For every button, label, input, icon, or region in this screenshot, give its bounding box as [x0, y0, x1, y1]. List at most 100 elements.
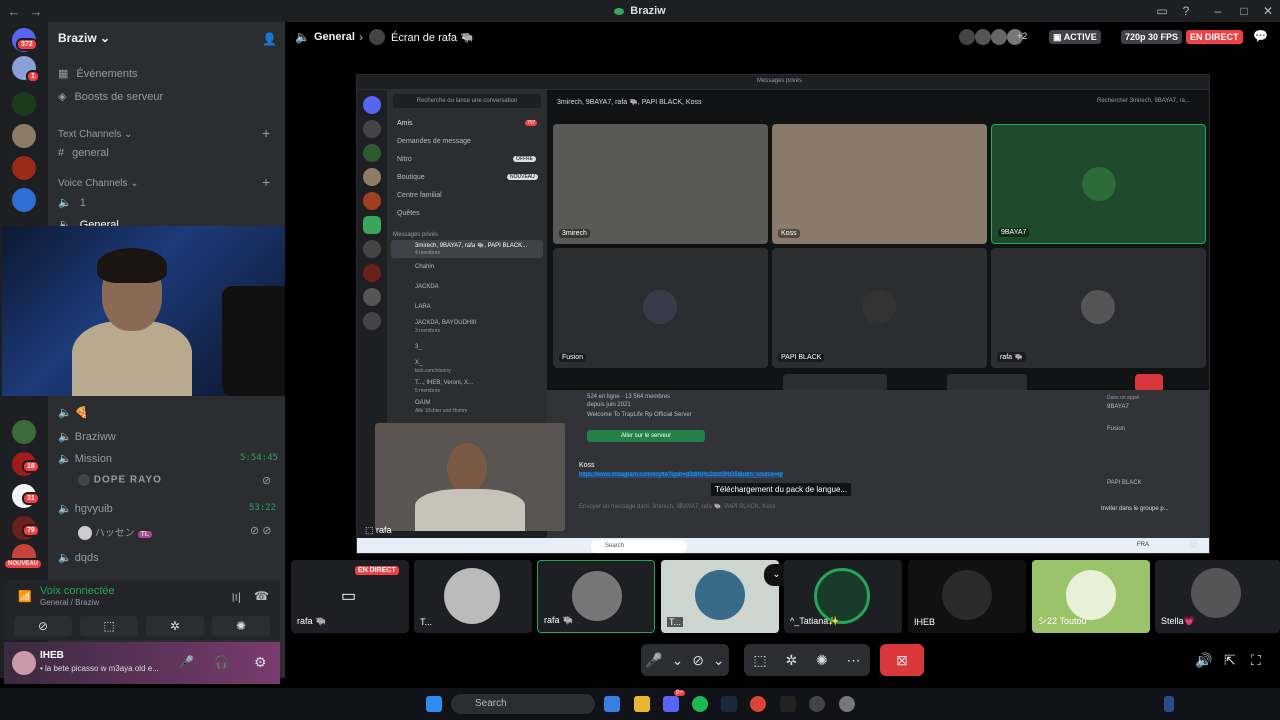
inner-dm-sub: 3 membres	[415, 328, 441, 334]
activities-button[interactable]: ✲	[146, 616, 204, 636]
chat-icon[interactable]: 💬	[1253, 29, 1268, 43]
server-icon-goat[interactable]	[12, 420, 36, 444]
user-avatar[interactable]	[12, 651, 36, 675]
server-icon-play[interactable]	[12, 156, 36, 180]
webcam-preview[interactable]	[2, 226, 304, 396]
microphone-icon[interactable]: 🎤	[179, 655, 194, 669]
inner-server-info: 524 en ligne · 13 564 membres	[587, 394, 671, 400]
stage-channel-name[interactable]: General	[314, 31, 355, 43]
boosts-item[interactable]: ◈ Boosts de serveur	[58, 90, 163, 104]
participant-tile[interactable]: rafa 🐃	[537, 560, 655, 633]
headphones-icon[interactable]: 🎧	[214, 655, 229, 669]
microphone-icon[interactable]: 🎤	[645, 652, 662, 669]
volume-icon[interactable]: 🔊	[1195, 652, 1212, 669]
voice-status-sub[interactable]: General / Braziw	[40, 598, 99, 607]
noise-suppression-icon[interactable]: 〣	[230, 589, 242, 606]
inner-nitro-badge: OFFRE	[513, 156, 536, 162]
spotify-icon[interactable]	[692, 696, 708, 712]
voice-channel-1[interactable]: 🔈 1	[58, 196, 86, 210]
server-icon-w[interactable]	[12, 188, 36, 212]
camera-off-icon[interactable]: ⊘	[692, 652, 704, 669]
settings-gear-icon[interactable]: ⚙	[254, 654, 267, 671]
help-icon[interactable]: ?	[1176, 0, 1196, 22]
add-channel-icon[interactable]: +	[262, 125, 270, 141]
new-badge: NOUVEAU	[3, 558, 44, 570]
voice-channel-hgvyuib[interactable]: 🔈 hgvyuib	[58, 502, 113, 515]
voice-channel-emoji[interactable]: 🔈 🍕	[58, 406, 88, 419]
call-actions-group: ⬚ ✲ ✺ ⋯	[744, 644, 870, 676]
tile-label: Stella💗	[1161, 616, 1195, 626]
participant-tile[interactable]: シ22 Toutou	[1032, 560, 1150, 633]
participant-tile[interactable]: ^_Tatiana✨	[784, 560, 902, 633]
person-body	[72, 321, 192, 396]
settings-icon[interactable]	[839, 696, 855, 712]
events-item[interactable]: ▦ Événements	[58, 67, 138, 81]
live-badge: EN DIRECT	[1186, 30, 1243, 44]
category-label: Text Channels	[58, 129, 122, 140]
add-channel-icon[interactable]: +	[262, 174, 270, 190]
inner-call-header: 3mirech, 9BAYA7, rafa 🐃, PAPI BLACK, Kos…	[557, 99, 702, 106]
close-icon[interactable]: ✕	[1258, 0, 1278, 22]
steam-icon[interactable]	[721, 696, 737, 712]
screenshare-button[interactable]: ⬚	[80, 616, 138, 636]
mention-badge: 79	[22, 524, 40, 537]
mic-tray-icon[interactable]	[1164, 696, 1174, 712]
avatar	[572, 571, 622, 621]
chevron-down-icon[interactable]: ⌄	[672, 652, 684, 669]
taskbar-search[interactable]: Search	[451, 694, 595, 714]
stop-stream-button[interactable]: ⊠	[880, 644, 924, 676]
maximize-icon[interactable]: □	[1234, 0, 1254, 22]
participant-tile[interactable]: EN DIRECT ▭ rafa 🐃	[291, 560, 409, 633]
discord-taskbar-icon[interactable]	[663, 696, 679, 712]
popout-icon[interactable]: ⇱	[1224, 652, 1236, 669]
channel-label: Mission	[74, 453, 113, 465]
participant-tile[interactable]: Stella💗	[1155, 560, 1280, 633]
chevron-down-icon[interactable]: ⌄	[713, 652, 725, 669]
app-icon[interactable]	[780, 696, 796, 712]
soundboard-icon[interactable]: ✺	[816, 652, 828, 669]
channel-general[interactable]: # general	[58, 147, 109, 159]
zoom-icon[interactable]: ⊕	[1189, 537, 1198, 550]
user-name[interactable]: IHEB	[40, 650, 64, 661]
add-member-icon[interactable]: 👤	[262, 32, 277, 46]
unread-badge: 372	[16, 38, 38, 51]
server-icon[interactable]	[12, 124, 36, 148]
user-label: ハッセン	[94, 528, 135, 539]
screen-share-view[interactable]: Messages privés Recherche ou lance une c…	[356, 74, 1210, 554]
soundboard-button[interactable]: ✺	[212, 616, 270, 636]
app-icon[interactable]	[809, 696, 825, 712]
inner-titlebar: Messages privés	[357, 75, 1209, 90]
tile-label: PAPI BLACK	[778, 353, 825, 362]
more-options-icon[interactable]: ⋯	[847, 652, 861, 669]
tile-label: 9BAYA7	[998, 228, 1030, 237]
fullscreen-icon[interactable]: ⛶	[1251, 652, 1261, 669]
screen-share-icon[interactable]: ⬚	[753, 652, 766, 669]
server-name[interactable]: Braziw ⌄	[58, 31, 110, 45]
inner-shop-badge: NOUVEAU	[507, 174, 538, 180]
voice-user[interactable]: ハッセン TL	[78, 524, 152, 541]
voice-channels-category[interactable]: Voice Channels ⌄	[58, 178, 139, 189]
activities-icon[interactable]: ✲	[785, 652, 797, 669]
participant-tile[interactable]: T...	[661, 560, 779, 633]
stage-area: 🔈 General › Écran de rafa 🐃 +2 ▣ ACTIVE …	[285, 22, 1280, 678]
participant-tile[interactable]: IHEB	[908, 560, 1026, 633]
channel-label: dqds	[74, 552, 99, 564]
taskbar-search-label: Search	[475, 698, 507, 709]
chrome-icon[interactable]	[750, 696, 766, 712]
file-explorer-icon[interactable]	[634, 696, 650, 712]
server-icon-elite[interactable]	[12, 92, 36, 116]
minimize-icon[interactable]: –	[1208, 0, 1228, 22]
voice-user[interactable]: DOPE RAYO	[78, 474, 162, 486]
windows-start-icon[interactable]	[426, 696, 442, 712]
voice-status-title[interactable]: Voix connectée	[40, 585, 115, 597]
voice-channel-mission[interactable]: 🔈 Mission	[58, 452, 112, 465]
voice-channel-dqds[interactable]: 🔈 dqds	[58, 551, 99, 564]
voice-channel-braziww[interactable]: 🔈 Braziww	[58, 430, 116, 443]
text-channels-category[interactable]: Text Channels ⌄	[58, 129, 133, 140]
inbox-icon[interactable]: ▭	[1152, 0, 1172, 22]
disconnect-icon[interactable]: ☎	[254, 589, 269, 603]
store-icon[interactable]	[604, 696, 620, 712]
camera-button[interactable]: ⊘	[14, 616, 72, 636]
mention-badge: 1	[26, 70, 40, 83]
participant-tile[interactable]: T...	[414, 560, 532, 633]
